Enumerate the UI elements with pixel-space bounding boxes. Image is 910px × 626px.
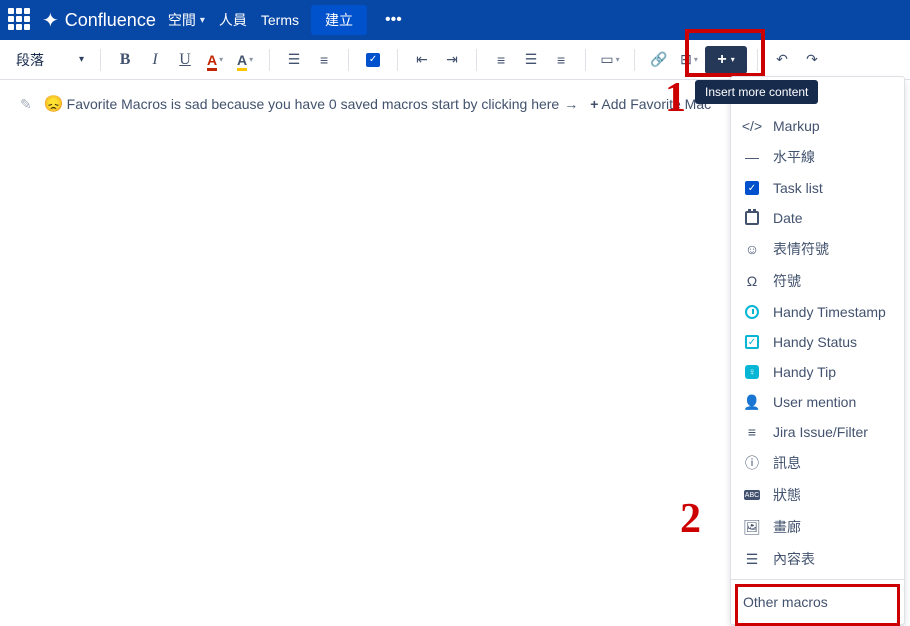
menu-jira[interactable]: ≡Jira Issue/Filter	[731, 417, 904, 447]
menu-other-macros[interactable]: Other macros	[731, 584, 904, 620]
confluence-icon: ✦	[42, 8, 59, 33]
jira-icon: ≡	[743, 423, 761, 441]
confluence-logo[interactable]: ✦ Confluence	[42, 8, 156, 33]
table-button[interactable]: ⊞▾	[675, 46, 703, 74]
undo-button[interactable]: ↶	[768, 46, 796, 74]
menu-toc[interactable]: ☰內容表	[731, 543, 904, 575]
tip-icon: ♀	[743, 363, 761, 381]
pencil-icon: ✎	[20, 96, 32, 113]
menu-gallery[interactable]: 🖼畫廊	[731, 511, 904, 543]
add-favorite-button[interactable]: + Add Favorite Mac	[590, 96, 711, 112]
app-name: Confluence	[65, 10, 156, 31]
chevron-down-icon: ▾	[200, 15, 205, 26]
app-switcher-icon[interactable]	[8, 8, 32, 32]
outdent-button[interactable]: ⇤	[408, 46, 436, 74]
check-square-icon: ✓	[743, 333, 761, 351]
task-button[interactable]: ✓	[359, 46, 387, 74]
menu-symbol[interactable]: Ω符號	[731, 265, 904, 297]
nav-people[interactable]: 人員	[217, 10, 249, 30]
plus-icon: +	[717, 51, 726, 69]
more-button[interactable]: •••	[377, 5, 410, 35]
indent-button[interactable]: ⇥	[438, 46, 466, 74]
clock-icon	[743, 303, 761, 321]
link-button[interactable]: 🔗	[645, 46, 673, 74]
align-center-button[interactable]: ☰	[517, 46, 545, 74]
layout-button[interactable]: ▭▾	[596, 46, 624, 74]
user-icon: 👤	[743, 393, 761, 411]
arrow-right-icon: →	[564, 96, 578, 112]
menu-mention[interactable]: 👤User mention	[731, 387, 904, 417]
menu-info[interactable]: ⓘ訊息	[731, 447, 904, 479]
plus-icon: +	[590, 96, 598, 112]
menu-emoji[interactable]: ☺表情符號	[731, 233, 904, 265]
nav-spaces[interactable]: 空間▾	[166, 10, 207, 30]
sad-emoji-icon: 😞	[44, 94, 64, 114]
menu-state[interactable]: ABC狀態	[731, 479, 904, 511]
chevron-down-icon: ▾	[79, 54, 84, 65]
global-nav: ✦ Confluence 空間▾ 人員 Terms 建立 •••	[0, 0, 910, 40]
nav-terms[interactable]: Terms	[259, 12, 301, 28]
status-badge-icon: ABC	[743, 486, 761, 504]
calendar-icon	[743, 209, 761, 227]
align-right-button[interactable]: ≡	[547, 46, 575, 74]
underline-button[interactable]: U	[171, 46, 199, 74]
menu-status[interactable]: ✓Handy Status	[731, 327, 904, 357]
number-list-button[interactable]: ≡	[310, 46, 338, 74]
bullet-list-button[interactable]: ☰	[280, 46, 308, 74]
bold-button[interactable]: B	[111, 46, 139, 74]
insert-tooltip: Insert more content	[695, 80, 818, 104]
emoji-icon: ☺	[743, 240, 761, 258]
hr-icon: —	[743, 148, 761, 166]
highlight-button[interactable]: A▾	[231, 46, 259, 74]
task-icon: ✓	[743, 179, 761, 197]
menu-divider	[731, 579, 904, 580]
gallery-icon: 🖼	[743, 518, 761, 536]
code-icon: </>	[743, 117, 761, 135]
redo-button[interactable]: ↷	[798, 46, 826, 74]
info-icon: ⓘ	[743, 454, 761, 472]
editor-toolbar: 段落▾ B I U A▾ A▾ ☰ ≡ ✓ ⇤ ⇥ ≡ ☰ ≡ ▭▾ 🔗 ⊞▾ …	[0, 40, 910, 80]
insert-dropdown: 🔗Link </>Markup —水平線 ✓Task list Date ☺表情…	[730, 76, 905, 625]
italic-button[interactable]: I	[141, 46, 169, 74]
align-left-button[interactable]: ≡	[487, 46, 515, 74]
chevron-down-icon: ▾	[731, 55, 735, 64]
menu-tip[interactable]: ♀Handy Tip	[731, 357, 904, 387]
menu-timestamp[interactable]: Handy Timestamp	[731, 297, 904, 327]
text-color-button[interactable]: A▾	[201, 46, 229, 74]
menu-date[interactable]: Date	[731, 203, 904, 233]
favorite-macros-hint[interactable]: 😞 Favorite Macros is sad because you hav…	[44, 94, 578, 114]
callout-number-2: 2	[680, 495, 701, 543]
omega-icon: Ω	[743, 272, 761, 290]
menu-hr[interactable]: —水平線	[731, 141, 904, 173]
toc-icon: ☰	[743, 550, 761, 568]
callout-number-1: 1	[665, 74, 686, 122]
format-select[interactable]: 段落▾	[10, 50, 90, 70]
menu-markup[interactable]: </>Markup	[731, 111, 904, 141]
create-button[interactable]: 建立	[311, 5, 367, 35]
menu-tasklist[interactable]: ✓Task list	[731, 173, 904, 203]
insert-more-button[interactable]: + ▾	[705, 46, 747, 74]
